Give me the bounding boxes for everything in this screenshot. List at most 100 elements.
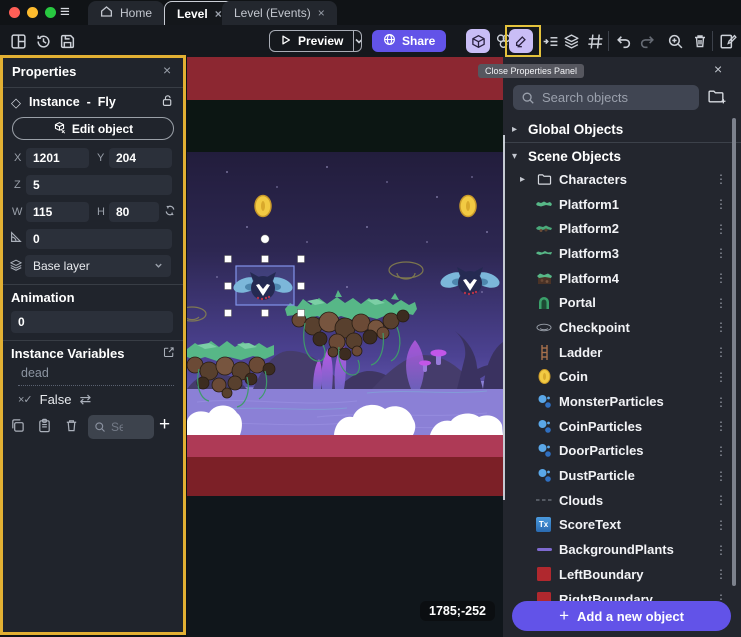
height-field[interactable] (109, 202, 159, 222)
add-variable-button[interactable]: + (159, 414, 170, 436)
close-window-button[interactable] (9, 7, 20, 18)
object-item-ladder[interactable]: Ladder ⋮ (503, 340, 741, 365)
history-icon[interactable] (33, 31, 53, 51)
variable-value: False (40, 392, 72, 407)
item-menu-icon[interactable]: ⋮ (715, 172, 727, 186)
redo-icon[interactable] (637, 31, 657, 51)
tab-level-events[interactable]: Level (Events) × (222, 1, 337, 25)
item-menu-icon[interactable]: ⋮ (715, 320, 727, 334)
object-item-platform2[interactable]: Platform2 ⋮ (503, 216, 741, 241)
close-objects-icon[interactable]: × (714, 61, 722, 77)
object-item-characters[interactable]: ▸ Characters ⋮ (503, 167, 741, 192)
object-item-platform4[interactable]: Platform4 ⋮ (503, 266, 741, 291)
variable-value-row[interactable]: ×✓ False ⇄ (18, 391, 91, 408)
objects-scrollbar[interactable] (732, 118, 736, 586)
particles-icon (536, 468, 552, 484)
object-item-dustparticle[interactable]: DustParticle ⋮ (503, 463, 741, 488)
preview-dropdown-arrow[interactable] (353, 31, 362, 51)
search-placeholder: Search (111, 420, 123, 434)
item-menu-icon[interactable]: ⋮ (715, 395, 727, 409)
tab-label: Home (120, 6, 152, 20)
group-label: Global Objects (528, 122, 623, 137)
object-item-clouds[interactable]: Clouds ⋮ (503, 488, 741, 513)
z-field[interactable] (26, 175, 172, 195)
angle-icon (9, 230, 23, 244)
preview-button[interactable]: Preview (269, 30, 362, 52)
ladder-icon (536, 344, 552, 360)
object-item-checkpoint[interactable]: Checkpoint ⋮ (503, 315, 741, 340)
item-menu-icon[interactable]: ⋮ (715, 469, 727, 483)
object-item-backgroundplants[interactable]: BackgroundPlants ⋮ (503, 537, 741, 562)
item-menu-icon[interactable]: ⋮ (715, 567, 727, 581)
unlock-icon[interactable] (161, 94, 174, 107)
lock-aspect-ratio-icon[interactable] (164, 203, 176, 218)
layers-icon[interactable] (561, 31, 581, 51)
item-menu-icon[interactable]: ⋮ (715, 271, 727, 285)
edit-scene-properties-icon[interactable] (718, 31, 738, 51)
item-menu-icon[interactable]: ⋮ (715, 296, 727, 310)
open-variables-icon[interactable] (163, 346, 175, 358)
item-menu-icon[interactable]: ⋮ (715, 518, 727, 532)
panel-layout-icon[interactable] (8, 31, 28, 51)
object-item-platform1[interactable]: Platform1 ⋮ (503, 192, 741, 217)
add-folder-icon[interactable] (707, 88, 726, 110)
item-menu-icon[interactable]: ⋮ (715, 197, 727, 211)
scene-canvas[interactable]: 1785;-252 (187, 57, 503, 637)
scene-art (187, 57, 503, 496)
paste-icon[interactable] (37, 418, 52, 433)
trash-icon[interactable] (690, 31, 710, 51)
object-item-monsterparticles[interactable]: MonsterParticles ⋮ (503, 389, 741, 414)
item-menu-icon[interactable]: ⋮ (715, 345, 727, 359)
width-field[interactable] (26, 202, 89, 222)
particles-icon (536, 418, 552, 434)
hamburger-menu-icon[interactable]: ≡ (60, 2, 70, 22)
item-menu-icon[interactable]: ⋮ (715, 419, 727, 433)
tab-home[interactable]: Home (88, 1, 164, 25)
item-menu-icon[interactable]: ⋮ (715, 444, 727, 458)
share-button[interactable]: Share (372, 30, 446, 52)
maximize-window-button[interactable] (45, 7, 56, 18)
close-tab-icon[interactable]: × (318, 6, 325, 20)
x-field[interactable] (26, 148, 89, 168)
close-properties-icon[interactable]: × (163, 62, 171, 78)
close-tab-icon[interactable]: × (215, 7, 222, 21)
layer-value: Base layer (33, 259, 90, 273)
item-menu-icon[interactable]: ⋮ (715, 370, 727, 384)
item-menu-icon[interactable]: ⋮ (715, 493, 727, 507)
minimize-window-button[interactable] (27, 7, 38, 18)
zoom-in-icon[interactable] (665, 31, 685, 51)
object-item-coin[interactable]: Coin ⋮ (503, 365, 741, 390)
object-item-platform3[interactable]: Platform3 ⋮ (503, 241, 741, 266)
copy-icon[interactable] (10, 418, 25, 433)
panel-resize-divider[interactable] (503, 135, 505, 500)
object-item-leftboundary[interactable]: LeftBoundary ⋮ (503, 562, 741, 587)
objects-search-box[interactable] (513, 85, 699, 110)
angle-field[interactable] (26, 229, 172, 249)
object-item-coinparticles[interactable]: CoinParticles ⋮ (503, 414, 741, 439)
cube-3d-view-icon[interactable] (466, 29, 490, 53)
save-icon[interactable] (57, 31, 77, 51)
delete-variable-icon[interactable] (64, 418, 79, 433)
undo-icon[interactable] (613, 31, 633, 51)
object-item-scoretext[interactable]: Tx ScoreText ⋮ (503, 513, 741, 538)
x-label: X (14, 152, 21, 164)
edit-object-button[interactable]: Edit object (12, 117, 174, 140)
toggle-value-icon[interactable]: ⇄ (79, 391, 91, 408)
object-item-portal[interactable]: Portal ⋮ (503, 290, 741, 315)
text-object-icon: Tx (536, 517, 551, 532)
group-scene-objects[interactable]: ▾ Scene Objects (503, 146, 741, 166)
animation-field[interactable] (11, 311, 173, 333)
group-global-objects[interactable]: ▸ Global Objects (503, 119, 741, 139)
tab-label: Level (Events) (234, 6, 311, 20)
instances-list-icon[interactable] (540, 31, 560, 51)
grid-icon[interactable] (585, 31, 605, 51)
object-item-doorparticles[interactable]: DoorParticles ⋮ (503, 439, 741, 464)
layer-select[interactable]: Base layer (25, 255, 171, 277)
item-menu-icon[interactable]: ⋮ (715, 222, 727, 236)
objects-search-input[interactable] (542, 90, 682, 105)
item-menu-icon[interactable]: ⋮ (715, 246, 727, 260)
y-field[interactable] (109, 148, 172, 168)
variables-search-input[interactable]: Search (88, 415, 154, 439)
add-new-object-button[interactable]: + Add a new object (512, 601, 731, 631)
item-menu-icon[interactable]: ⋮ (715, 543, 727, 557)
